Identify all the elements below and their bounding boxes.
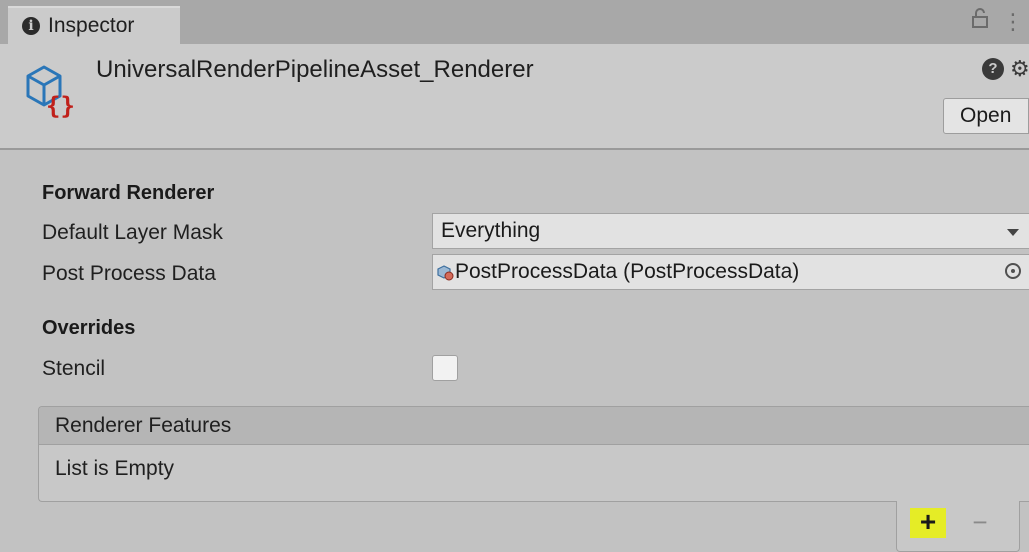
default-layer-mask-label: Default Layer Mask	[42, 221, 223, 244]
renderer-features-header[interactable]: Renderer Features	[39, 407, 1029, 445]
dropdown-arrow-icon	[1007, 229, 1019, 236]
svg-text:{}: {}	[46, 92, 75, 118]
post-process-data-label: Post Process Data	[42, 262, 216, 285]
default-layer-mask-value: Everything	[441, 219, 541, 242]
list-empty-text: List is Empty	[55, 457, 175, 480]
script-asset-icon: {}	[22, 58, 82, 120]
section-title-forward-renderer: Forward Renderer	[42, 182, 215, 204]
open-button[interactable]: Open	[943, 98, 1029, 134]
remove-renderer-feature-button[interactable]: −	[962, 508, 998, 538]
add-renderer-feature-button[interactable]: +	[910, 508, 946, 538]
post-process-data-icon	[437, 265, 454, 281]
renderer-features-list: Renderer Features List is Empty	[38, 406, 1029, 502]
info-icon: i	[22, 17, 40, 35]
tab-label: Inspector	[48, 14, 135, 37]
help-icon[interactable]: ?	[982, 58, 1004, 80]
kebab-menu-icon[interactable]: ⋮	[1002, 8, 1024, 36]
post-process-data-field[interactable]: PostProcessData (PostProcessData)	[432, 254, 1029, 290]
lock-icon[interactable]	[966, 8, 994, 36]
settings-icon[interactable]: ⚙	[1010, 56, 1029, 82]
section-title-overrides: Overrides	[42, 317, 136, 339]
tab-inspector[interactable]: i Inspector	[8, 6, 180, 44]
inspector-header: {} UniversalRenderPipelineAsset_Renderer…	[0, 44, 1029, 150]
default-layer-mask-dropdown[interactable]: Everything	[432, 213, 1029, 249]
tab-strip: i Inspector ⋮	[0, 0, 1029, 44]
object-picker-icon[interactable]	[1005, 263, 1021, 279]
asset-title: UniversalRenderPipelineAsset_Renderer	[96, 56, 534, 83]
post-process-data-value: PostProcessData (PostProcessData)	[455, 260, 800, 283]
stencil-checkbox[interactable]	[432, 355, 458, 381]
stencil-label: Stencil	[42, 357, 106, 380]
